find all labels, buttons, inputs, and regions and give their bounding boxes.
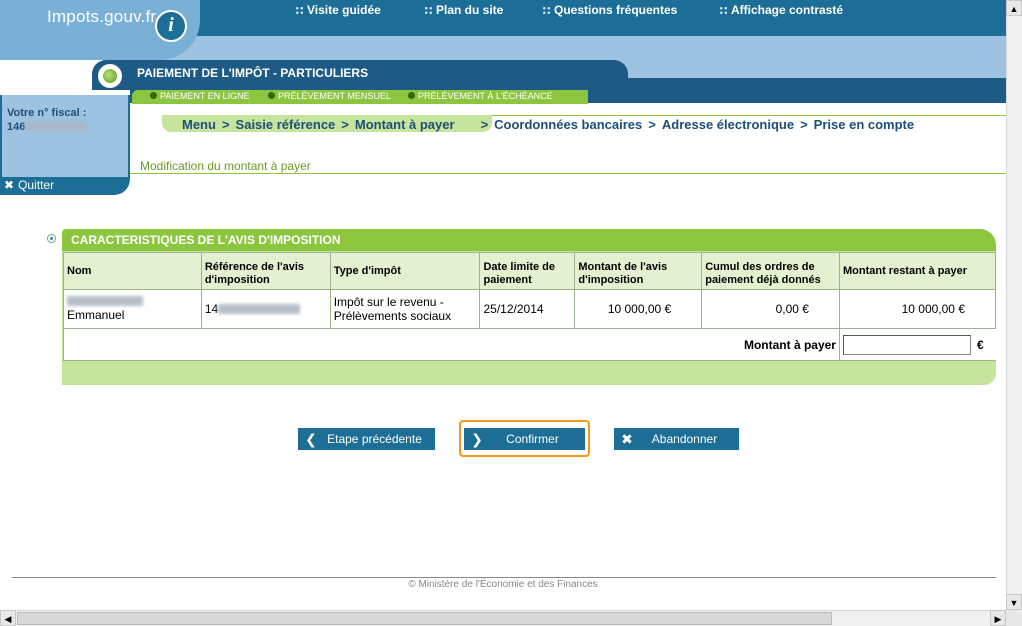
fiscal-number-value: 146: [7, 121, 88, 133]
vertical-scrollbar[interactable]: [1006, 0, 1022, 610]
subnav-prelevement-echeance[interactable]: PRÉLÈVEMENT À L'ÉCHÉANCE: [408, 91, 553, 101]
crumb-menu: Menu: [182, 117, 216, 132]
cancel-button[interactable]: ✖ Abandonner: [614, 428, 739, 450]
montant-a-payer-input[interactable]: [842, 334, 971, 355]
footer-divider: [12, 577, 996, 578]
cell-type: Impôt sur le revenu - Prélèvements socia…: [329, 289, 481, 329]
cell-cumul: 0,00 €: [701, 289, 840, 329]
target-bullet-icon: [47, 234, 56, 243]
col-cumul: Cumul des ordres de paiement déjà donnés: [701, 252, 840, 290]
cell-montant-avis: 10 000,00 €: [574, 289, 703, 329]
col-type: Type d'impôt: [329, 252, 481, 290]
dots-icon: [542, 6, 551, 15]
close-icon: ✖: [4, 178, 15, 192]
site-logo[interactable]: Impots.gouv.fr: [47, 7, 156, 27]
breadcrumb: Menu > Saisie référence > Montant à payer > Co…: [182, 117, 915, 132]
bullet-icon: [150, 92, 157, 99]
col-reference: Référence de l'avis d'imposition: [200, 252, 331, 290]
scroll-right-icon[interactable]: ▶: [990, 610, 1006, 626]
subnav-prelevement-mensuel[interactable]: PRÉLÈVEMENT MENSUEL: [268, 91, 391, 101]
crumb-coordonnees-bancaires: Coordonnées bancaires: [494, 117, 643, 132]
scroll-up-icon[interactable]: ▲: [1006, 0, 1022, 16]
confirm-button[interactable]: ❯ Confirmer: [464, 428, 585, 450]
dots-icon: [719, 6, 728, 15]
previous-step-button[interactable]: ❮ Etape précédente: [298, 428, 435, 450]
col-montant-avis: Montant de l'avis d'imposition: [574, 252, 703, 290]
col-restant: Montant restant à payer: [838, 252, 997, 290]
page-subtitle: Modification du montant à payer: [140, 159, 311, 173]
cell-date-limite: 25/12/2014: [479, 289, 576, 329]
horizontal-scroll-thumb[interactable]: [17, 612, 832, 625]
dots-icon: [295, 6, 304, 15]
link-affichage-contraste[interactable]: Affichage contrasté: [719, 3, 843, 17]
scroll-down-icon[interactable]: ▼: [1006, 594, 1022, 610]
col-nom: Nom: [63, 252, 202, 290]
footer-copyright: © Ministère de l'Économie et des Finance…: [408, 579, 598, 590]
crumb-adresse-electronique: Adresse électronique: [661, 117, 795, 132]
subnav-paiement-en-ligne[interactable]: PAIEMENT EN LIGNE: [150, 91, 250, 101]
dots-icon: [424, 6, 433, 15]
green-bullet-icon: [98, 64, 122, 88]
montant-row: Montant à payer €: [63, 328, 996, 361]
bullet-icon: [408, 92, 415, 99]
bullet-icon: [268, 92, 275, 99]
cell-reference: 14: [200, 289, 331, 329]
col-date-limite: Date limite de paiement: [479, 252, 576, 290]
link-questions-frequentes[interactable]: Questions fréquentes: [542, 3, 677, 17]
scroll-left-icon[interactable]: ◀: [0, 610, 16, 626]
cell-nom: Emmanuel: [63, 289, 202, 329]
avis-table: Nom Référence de l'avis d'imposition Typ…: [63, 252, 997, 361]
crumb-prise-en-compte: Prise en compte: [813, 117, 915, 132]
quit-button[interactable]: ✖ Quitter: [0, 177, 128, 194]
cell-restant: 10 000,00 €: [838, 289, 997, 329]
redacted-reference: [218, 304, 301, 314]
euro-suffix: €: [976, 337, 984, 352]
montant-a-payer-label: Montant à payer: [63, 328, 840, 361]
crumb-montant-a-payer: Montant à payer: [354, 117, 455, 132]
redacted-name: [67, 296, 143, 306]
section-title: PAIEMENT DE L'IMPÔT - PARTICULIERS: [137, 66, 369, 80]
table-header-row: Nom Référence de l'avis d'imposition Typ…: [63, 252, 997, 290]
link-plan-du-site[interactable]: Plan du site: [424, 3, 503, 17]
fiscal-number-label: Votre n° fiscal :: [7, 107, 87, 119]
scrollbar-corner: [1006, 610, 1022, 626]
avis-title: CARACTERISTIQUES DE L'AVIS D'IMPOSITION: [71, 233, 341, 247]
table-row: Emmanuel 14 Impôt sur le revenu - Prélèv…: [63, 289, 997, 329]
redacted-fiscal-number: [25, 122, 88, 131]
link-visite-guidee[interactable]: Visite guidée: [295, 3, 381, 17]
info-logo-icon: i: [155, 10, 187, 42]
crumb-saisie-reference: Saisie référence: [235, 117, 336, 132]
divider: [130, 173, 1006, 174]
montant-cell: €: [838, 328, 996, 361]
